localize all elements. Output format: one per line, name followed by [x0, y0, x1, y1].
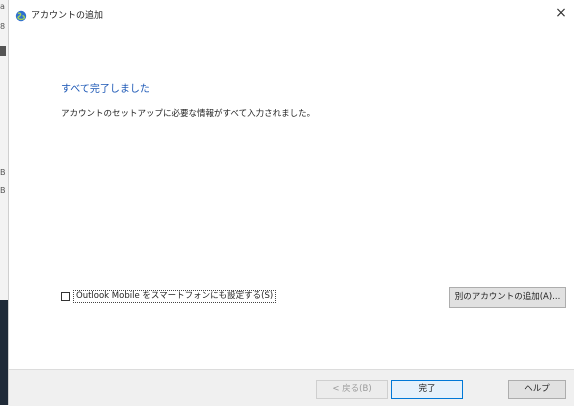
background-block: [0, 46, 6, 56]
outlook-mobile-label[interactable]: Outlook Mobile をスマートフォンにも設定する(S): [73, 289, 277, 303]
background-taskbar: [0, 300, 8, 405]
outlook-mobile-checkbox[interactable]: [61, 291, 70, 301]
completion-heading: すべて完了しました: [61, 84, 150, 95]
add-another-account-button[interactable]: 別のアカウントの追加(A)...: [449, 287, 566, 308]
add-account-dialog: アカウントの追加 × すべて完了しました アカウントのセットアップに必要な情報が…: [8, 0, 574, 406]
finish-button[interactable]: 完了: [391, 380, 463, 399]
help-button[interactable]: ヘルプ: [508, 380, 566, 399]
background-window: a 8 B B: [0, 0, 8, 405]
dialog-footer: < 戻る(B) 完了 ヘルプ: [9, 369, 574, 406]
outlook-mobile-option[interactable]: Outlook Mobile をスマートフォンにも設定する(S): [61, 289, 277, 303]
background-mark: a: [0, 2, 5, 11]
window-title: アカウントの追加: [31, 11, 104, 21]
background-mark: 8: [0, 22, 6, 31]
completion-description: アカウントのセットアップに必要な情報がすべて入力されました。: [61, 109, 316, 119]
back-button[interactable]: < 戻る(B): [316, 380, 388, 399]
close-button[interactable]: ×: [551, 3, 571, 23]
title-bar: アカウントの追加 ×: [9, 0, 574, 28]
background-mark: B: [0, 168, 6, 177]
outlook-globe-icon: [15, 7, 27, 22]
background-mark: B: [0, 186, 6, 195]
